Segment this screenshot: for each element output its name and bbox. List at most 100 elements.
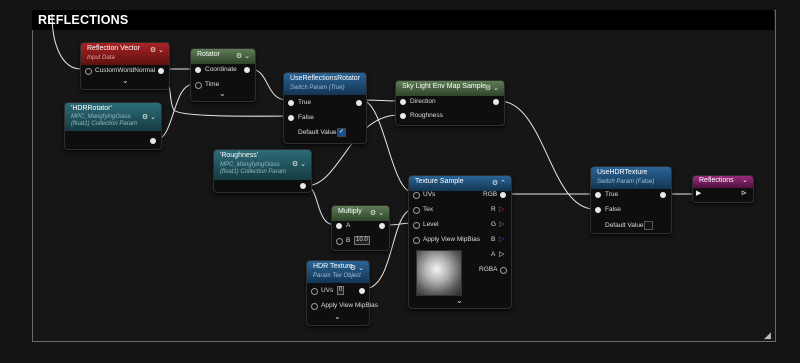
node-roughness[interactable]: 'Roughness' MPC_MangfyingGlass (float1) … — [213, 149, 312, 193]
pin-true[interactable] — [595, 192, 601, 198]
header-icons[interactable]: ⚙ ⌄ — [292, 160, 306, 168]
default-value-checkbox[interactable] — [644, 221, 653, 230]
header-icons[interactable]: ⚙ ⌄ — [236, 52, 250, 60]
node-header[interactable]: Multiply ⚙ ⌄ — [332, 206, 389, 221]
output-pin[interactable] — [158, 68, 164, 74]
pin-a-icon[interactable]: ▷ — [499, 250, 504, 258]
node-use-hdr-texture[interactable]: UseHDRTexture Switch Param (False) True … — [590, 166, 672, 234]
output-pin[interactable] — [493, 99, 499, 105]
pin-label-custom-world-normal: CustomWorldNormal — [95, 67, 156, 74]
output-pin[interactable] — [150, 138, 156, 144]
output-pin[interactable] — [379, 223, 385, 229]
node-header[interactable]: Sky Light Env Map Sample ⚙ ⌄ — [396, 81, 504, 96]
chevron-down-icon[interactable]: ⌄ — [378, 210, 384, 217]
header-icons[interactable]: ⚙ ⌄ — [150, 46, 164, 54]
node-sky-light[interactable]: Sky Light Env Map Sample ⚙ ⌄ Direction R… — [395, 80, 505, 126]
chevron-down-icon[interactable]: ⌄ — [219, 89, 226, 98]
pin-label-rgb: RGB — [483, 191, 498, 198]
gear-icon[interactable]: ⚙ — [485, 85, 491, 92]
node-header[interactable]: Reflection Vector Input Data ⚙ ⌄ — [81, 43, 169, 65]
chevron-down-icon[interactable]: ⌄ — [244, 53, 250, 60]
gear-icon[interactable]: ⚙ — [370, 210, 376, 217]
pin-level[interactable] — [413, 222, 420, 229]
pin-apply-mip[interactable] — [413, 237, 420, 244]
pin-b-icon[interactable]: ▷ — [499, 235, 504, 243]
node-header[interactable]: UseHDRTexture Switch Param (False) — [591, 167, 671, 189]
b-value-input[interactable]: 10.0 — [354, 236, 370, 245]
resize-grip-icon[interactable]: ◢ — [764, 330, 771, 341]
header-icons[interactable]: ⚙ ⌄ — [350, 264, 364, 272]
node-header[interactable]: 'HDRRotator' MPC_MangfyingGlass (float1)… — [65, 103, 161, 131]
node-title: HDR Texture — [313, 263, 353, 270]
default-value-checkbox[interactable]: ✓ — [337, 128, 346, 137]
node-rotator[interactable]: Rotator ⚙ ⌄ Coordinate Time ⌄ — [190, 48, 256, 102]
chevron-down-icon[interactable]: ⌄ — [456, 296, 463, 305]
node-reflection-vector[interactable]: Reflection Vector Input Data ⚙ ⌄ CustomW… — [80, 42, 170, 90]
gear-icon[interactable]: ⚙ — [492, 180, 498, 187]
pin-label-time: Time — [205, 81, 220, 88]
pin-a[interactable] — [336, 223, 342, 229]
pin-uvs[interactable] — [413, 192, 420, 199]
pin-false[interactable] — [595, 207, 601, 213]
pin-rgb[interactable] — [500, 192, 506, 198]
node-multiply[interactable]: Multiply ⚙ ⌄ A B 10.0 — [331, 205, 390, 251]
chevron-up-icon[interactable]: ⌃ — [500, 180, 506, 187]
pin-tex[interactable] — [413, 207, 420, 214]
node-header[interactable]: Reflections ⌄ — [693, 176, 753, 188]
header-icons[interactable]: ⚙ ⌄ — [485, 84, 499, 92]
output-pin[interactable] — [300, 183, 306, 189]
node-title: Reflections — [699, 177, 734, 184]
chevron-down-icon[interactable]: ⌄ — [493, 85, 499, 92]
chevron-down-icon[interactable]: ⌄ — [742, 176, 748, 184]
pin-apply-mip[interactable] — [311, 303, 318, 310]
node-header[interactable]: HDR Texture Param Tex Object ⚙ ⌄ — [307, 261, 369, 283]
gear-icon[interactable]: ⚙ — [350, 265, 356, 272]
pin-label-g: G — [491, 221, 497, 228]
chevron-down-icon[interactable]: ⌄ — [158, 47, 164, 54]
node-reflections[interactable]: Reflections ⌄ ▶ ⊳ — [692, 175, 754, 203]
header-icons[interactable]: ⚙ ⌄ — [370, 209, 384, 217]
output-pin[interactable] — [356, 100, 362, 106]
exec-out-pin-icon[interactable]: ⊳ — [741, 189, 747, 197]
chevron-down-icon[interactable]: ⌄ — [300, 161, 306, 168]
pin-g-icon[interactable]: ▷ — [499, 220, 504, 228]
pin-roughness[interactable] — [400, 113, 406, 119]
pin-false[interactable] — [288, 115, 294, 121]
pin-direction[interactable] — [400, 99, 406, 105]
chevron-down-icon[interactable]: ⌄ — [122, 76, 129, 85]
gear-icon[interactable]: ⚙ — [292, 161, 298, 168]
pin-time[interactable] — [195, 82, 202, 89]
node-hdr-rotator[interactable]: 'HDRRotator' MPC_MangfyingGlass (float1)… — [64, 102, 162, 150]
pin-b[interactable] — [336, 238, 343, 245]
chevron-down-icon[interactable]: ⌄ — [150, 114, 156, 121]
pin-label-apply-mip: Apply View MipBias — [321, 302, 378, 309]
header-icons[interactable]: ⚙ ⌃ — [492, 179, 506, 187]
node-hdr-texture[interactable]: HDR Texture Param Tex Object ⚙ ⌄ UVs 0 A… — [306, 260, 378, 326]
pin-coordinate[interactable] — [195, 67, 201, 73]
node-header[interactable]: UseReflectionsRotator Switch Param (True… — [284, 73, 366, 95]
output-pin[interactable] — [244, 67, 250, 73]
node-use-reflections-rotator[interactable]: UseReflectionsRotator Switch Param (True… — [283, 72, 367, 144]
output-pin[interactable] — [660, 192, 666, 198]
output-pin[interactable] — [359, 288, 365, 294]
pin-custom-world-normal[interactable] — [85, 68, 92, 75]
exec-in-pin-icon[interactable]: ▶ — [696, 189, 701, 197]
gear-icon[interactable]: ⚙ — [142, 114, 148, 121]
node-header[interactable]: 'Roughness' MPC_MangfyingGlass (float1) … — [214, 150, 311, 180]
header-icons[interactable]: ⚙ ⌄ — [142, 113, 156, 121]
node-header[interactable]: Rotator ⚙ ⌄ — [191, 49, 255, 64]
pin-label-r: R — [491, 206, 496, 213]
uvs-value-input[interactable]: 0 — [337, 286, 345, 295]
pin-label-b: B — [346, 237, 351, 244]
pin-uvs[interactable] — [311, 288, 318, 295]
gear-icon[interactable]: ⚙ — [150, 47, 156, 54]
chevron-down-icon[interactable]: ⌄ — [358, 265, 364, 272]
node-subtitle: Switch Param (True) — [290, 85, 345, 91]
pin-r-icon[interactable]: ▷ — [499, 205, 504, 213]
node-texture-sample[interactable]: Texture Sample ⚙ ⌃ UVs Tex Level Apply V… — [408, 175, 512, 309]
pin-rgba[interactable] — [500, 267, 507, 274]
chevron-down-icon[interactable]: ⌄ — [334, 312, 341, 321]
node-header[interactable]: Texture Sample ⚙ ⌃ — [409, 176, 511, 191]
gear-icon[interactable]: ⚙ — [236, 53, 242, 60]
pin-true[interactable] — [288, 100, 294, 106]
